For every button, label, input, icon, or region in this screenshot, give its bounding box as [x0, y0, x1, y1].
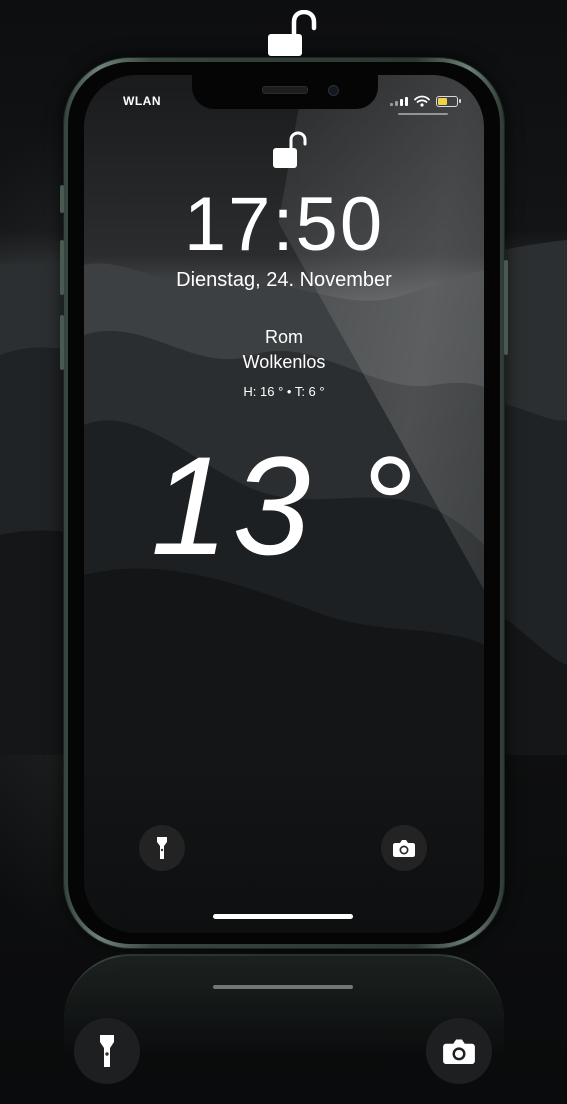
- top-unlocked-padlock-icon: [268, 10, 317, 56]
- flashlight-button[interactable]: [139, 825, 185, 871]
- camera-icon: [393, 840, 415, 857]
- lock-screen: WLAN 17:50 Dienstag, 24. November Rom Wo…: [84, 75, 484, 933]
- lock-screen-time: 17:50: [183, 182, 385, 267]
- large-flashlight-button[interactable]: [74, 1018, 140, 1084]
- front-camera: [328, 85, 339, 96]
- large-camera-button[interactable]: [426, 1018, 492, 1084]
- status-underline: [398, 113, 448, 115]
- side-button: [504, 260, 508, 355]
- weather-high-low: H: 16 ° • T: 6 °: [243, 384, 325, 399]
- flashlight-icon: [157, 837, 167, 859]
- network-label: WLAN: [123, 94, 161, 108]
- battery-icon: [436, 95, 461, 107]
- volume-down-button: [60, 315, 64, 370]
- earpiece-speaker: [262, 86, 308, 94]
- volume-up-button: [60, 240, 64, 295]
- reflection-home-indicator: [213, 985, 353, 989]
- camera-icon: [443, 1039, 475, 1064]
- notch: [192, 75, 378, 109]
- unlocked-padlock-icon: [273, 131, 307, 168]
- camera-button[interactable]: [381, 825, 427, 871]
- lock-screen-date: Dienstag, 24. November: [176, 269, 392, 291]
- cellular-signal-icon: [390, 96, 408, 106]
- status-icons: [390, 95, 461, 107]
- home-indicator[interactable]: [213, 914, 353, 919]
- weather-temperature: 13 °: [150, 427, 418, 584]
- battery-fill: [438, 97, 448, 105]
- weather-condition: Wolkenlos: [242, 352, 326, 372]
- wifi-icon: [414, 95, 430, 107]
- flashlight-icon: [100, 1035, 114, 1067]
- mute-switch: [60, 185, 64, 213]
- weather-city: Rom: [264, 327, 303, 347]
